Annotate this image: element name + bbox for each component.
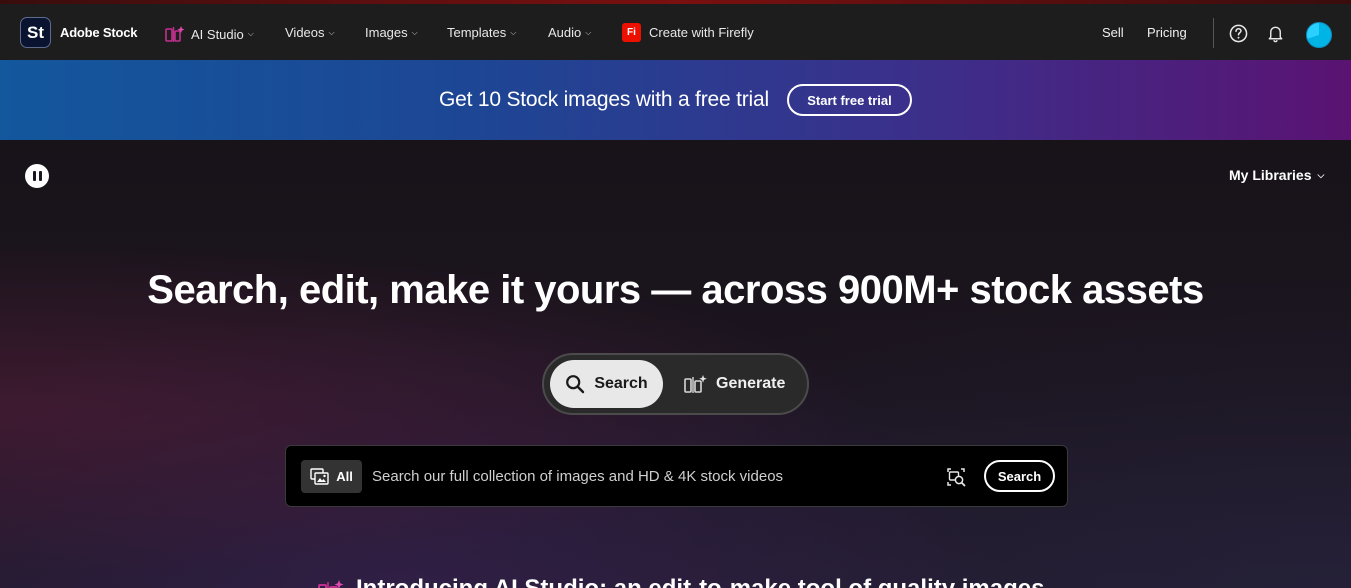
hero-section: My Libraries ⌵ Search, edit, make it you… [0,140,1351,588]
help-icon[interactable] [1229,24,1248,43]
promo-banner: Get 10 Stock images with a free trial St… [0,60,1351,140]
pause-icon [38,171,42,181]
nav-item-ai-studio[interactable]: AI Studio ⌵ [165,25,254,43]
tab-search-label: Search [594,375,648,392]
my-libraries-label: My Libraries [1229,167,1312,183]
tab-generate[interactable]: Generate [684,360,799,408]
tab-generate-label: Generate [716,375,786,392]
top-nav: St Adobe Stock AI Studio ⌵ Videos ⌵ Imag… [0,4,1351,60]
visual-search-icon[interactable] [946,467,966,487]
pause-button[interactable] [25,164,49,188]
bell-icon[interactable] [1266,24,1285,43]
sell-link[interactable]: Sell [1102,25,1124,40]
chevron-down-icon: ⌵ [328,27,335,37]
ai-studio-icon [318,580,344,588]
pause-icon [32,171,36,181]
chevron-down-icon: ⌵ [247,29,254,38]
generate-icon [684,375,707,393]
brand[interactable]: St Adobe Stock [20,17,137,48]
nav-divider [1213,18,1214,48]
nav-item-label: Create with Firefly [649,25,754,40]
avatar[interactable] [1306,22,1332,48]
pricing-link[interactable]: Pricing [1147,25,1187,40]
nav-item-templates[interactable]: Templates ⌵ [447,25,516,40]
nav-item-videos[interactable]: Videos ⌵ [285,25,335,40]
search-generate-toggle: Search Generate [542,353,809,415]
nav-item-label: Videos [285,25,325,40]
my-libraries-dropdown[interactable]: My Libraries ⌵ [1229,167,1324,183]
promo-text: Get 10 Stock images with a free trial [439,88,769,111]
chevron-down-icon: ⌵ [1317,169,1325,180]
nav-item-label: Audio [548,25,582,40]
nav-item-label: Templates [447,25,507,40]
adobe-stock-logo: St [20,17,51,48]
nav-item-label: Images [365,25,408,40]
chevron-down-icon: ⌵ [411,27,418,37]
ai-studio-icon [165,26,185,42]
search-icon [566,375,585,394]
search-bar: All Search [285,445,1068,507]
all-assets-icon [310,467,329,485]
start-free-trial-button[interactable]: Start free trial [787,84,912,116]
intro-text: Introducing AI Studio: an edit-to-make t… [356,575,1044,588]
chevron-down-icon: ⌵ [585,27,592,37]
nav-item-images[interactable]: Images ⌵ [365,25,418,40]
asset-filter-dropdown[interactable]: All [301,460,362,493]
tab-search[interactable]: Search [550,360,663,408]
ai-studio-intro-heading: Introducing AI Studio: an edit-to-make t… [318,575,1044,588]
chevron-down-icon: ⌵ [510,27,517,37]
brand-name: Adobe Stock [60,25,138,40]
search-button[interactable]: Search [984,460,1055,492]
page-title: Search, edit, make it yours — across 900… [147,268,1204,312]
search-input[interactable] [372,460,932,493]
nav-item-create-with-firefly[interactable]: Fi Create with Firefly [622,23,754,42]
nav-item-audio[interactable]: Audio ⌵ [548,25,591,40]
firefly-icon: Fi [622,23,641,42]
filter-label: All [336,469,353,484]
nav-item-label: AI Studio [191,26,244,42]
